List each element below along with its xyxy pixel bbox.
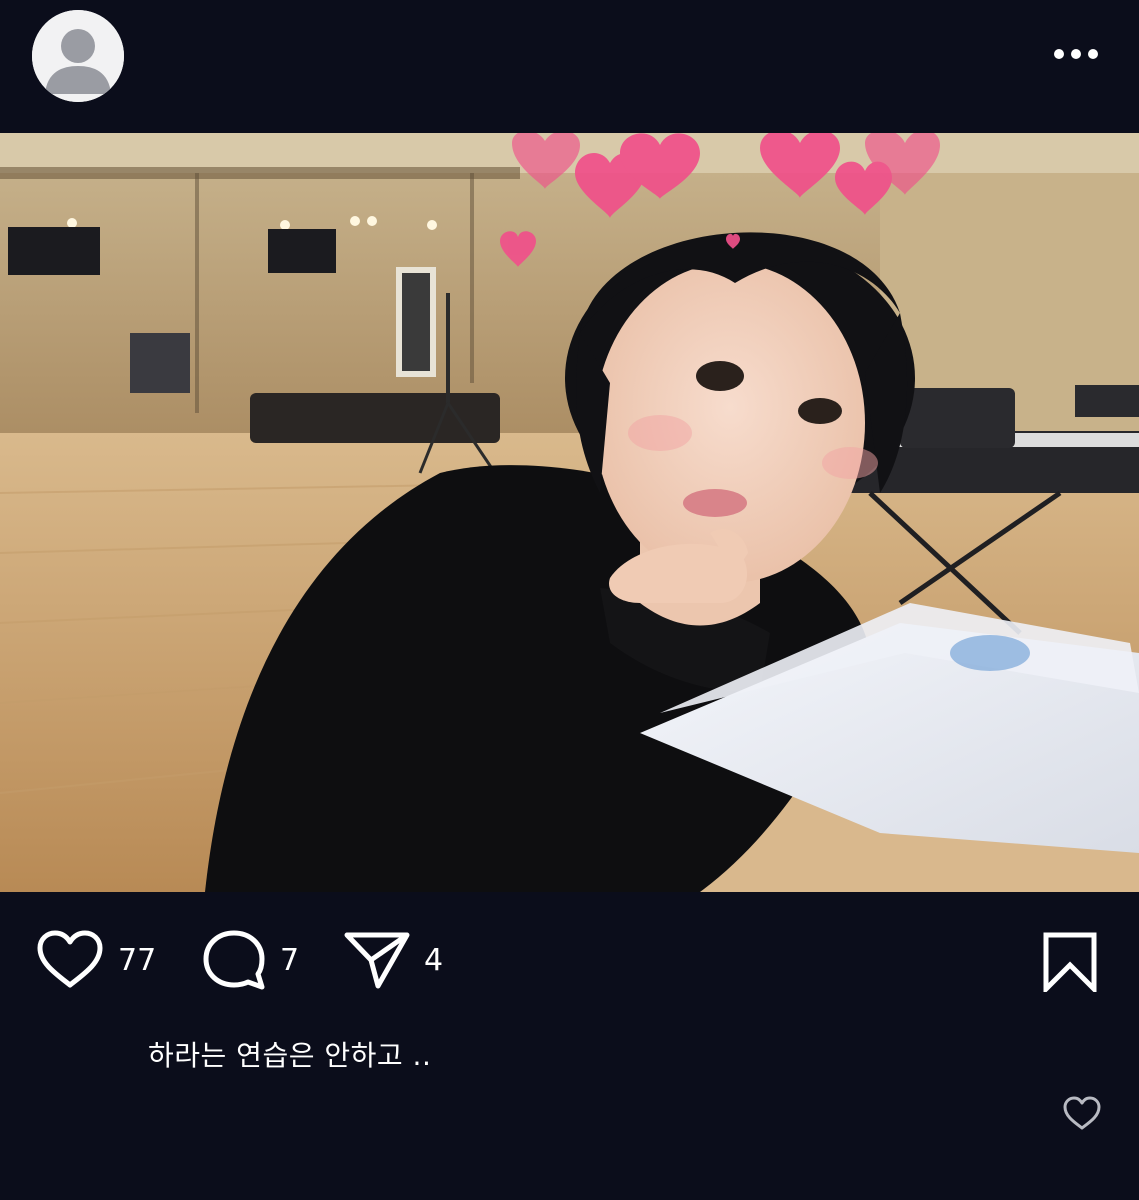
heart-outline-icon	[1063, 1096, 1101, 1130]
user-avatar[interactable]	[32, 10, 124, 102]
post-header	[0, 0, 1139, 133]
post-image[interactable]	[0, 133, 1139, 892]
post-actions-bar: 77 7 4 하라는 연습은 안하고 ..	[0, 892, 1139, 1200]
paper-plane-icon	[344, 932, 410, 989]
comment-count: 7	[280, 942, 300, 978]
heart-outline-icon	[37, 930, 103, 988]
bookmark-button[interactable]	[1040, 932, 1100, 996]
comment-button[interactable]: 7	[202, 928, 299, 992]
post-caption: 하라는 연습은 안하고 ..	[148, 1039, 432, 1072]
like-button[interactable]: 77	[36, 928, 156, 992]
share-count: 4	[424, 942, 444, 978]
more-horizontal-icon	[1054, 49, 1098, 59]
default-user-avatar-icon	[32, 10, 124, 102]
caption-like-button[interactable]	[1062, 1095, 1102, 1131]
like-count: 77	[118, 942, 157, 978]
bookmark-outline-icon	[1043, 932, 1097, 996]
share-button[interactable]: 4	[344, 928, 443, 992]
more-options-button[interactable]	[1046, 36, 1106, 72]
speech-bubble-icon	[203, 930, 265, 990]
